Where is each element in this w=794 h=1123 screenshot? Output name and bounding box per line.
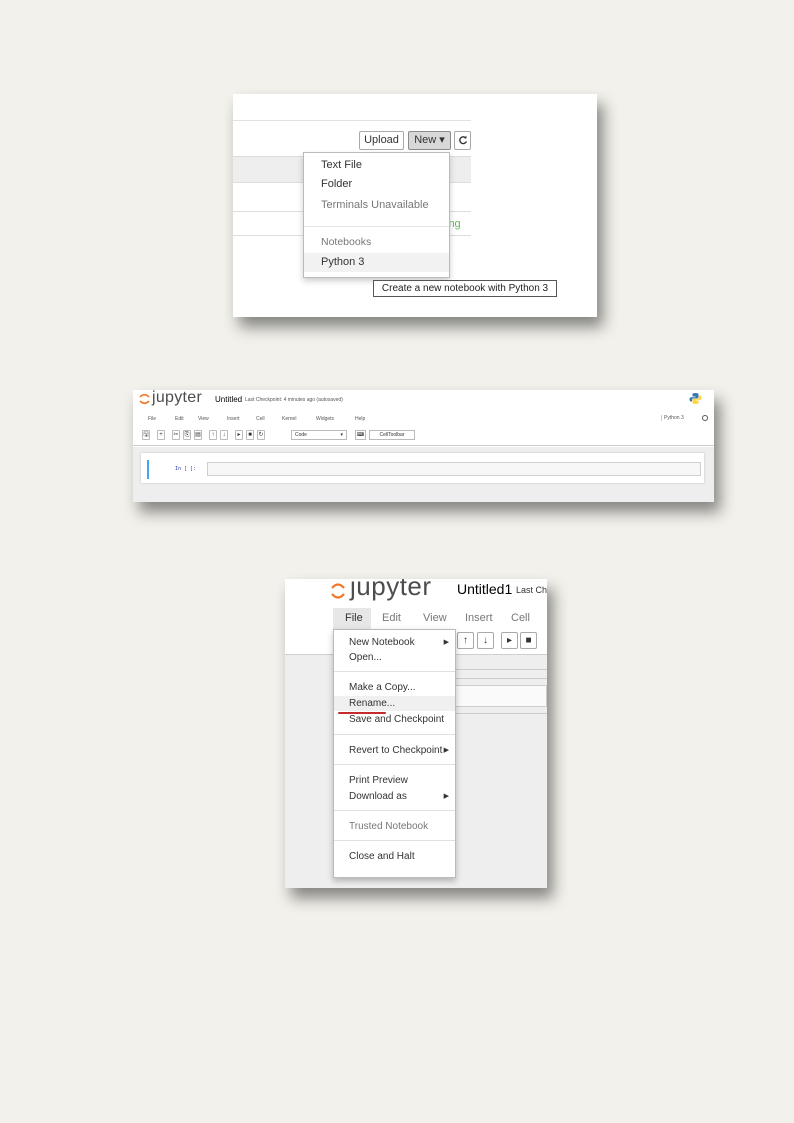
insert-cell-button[interactable]: +: [157, 430, 165, 440]
menu-edit[interactable]: Edit: [382, 612, 401, 624]
file-menu-dropdown: New Notebook ▶ Open... Make a Copy... Re…: [333, 629, 456, 878]
menu-item-label: Revert to Checkpoint: [349, 745, 443, 756]
notebook-body: In [ ]:: [133, 447, 714, 502]
refresh-button[interactable]: [454, 131, 471, 150]
stop-button[interactable]: ■: [520, 632, 537, 649]
menu-item-text-file[interactable]: Text File: [304, 156, 449, 175]
copy-button[interactable]: ⎘: [183, 430, 191, 440]
menu-cell[interactable]: Cell: [256, 416, 265, 422]
kernel-name: Python 3: [661, 415, 684, 421]
menu-item-new-notebook[interactable]: New Notebook ▶: [334, 635, 455, 650]
python-logo-icon: [689, 393, 702, 404]
menu-view[interactable]: View: [423, 612, 447, 624]
submenu-arrow-icon: ▶: [443, 793, 449, 800]
menu-item-label: Download as: [349, 791, 407, 802]
refresh-icon: [458, 135, 467, 145]
divider: [445, 678, 547, 679]
move-down-button[interactable]: ↓: [477, 632, 494, 649]
menu-file[interactable]: File: [148, 416, 156, 422]
submenu-arrow-icon: ▶: [443, 639, 449, 646]
notebook-container: In [ ]:: [141, 453, 704, 483]
notebook-name[interactable]: Untitled1: [457, 581, 512, 597]
menu-item-save-and-checkpoint[interactable]: Save and Checkpoint: [334, 712, 455, 727]
notebook-name[interactable]: Untitled: [215, 395, 242, 404]
move-up-button[interactable]: ↑: [457, 632, 474, 649]
jupyter-logo-text[interactable]: jupyter: [152, 390, 202, 407]
notebook-header: jupyter Untitled Last Checkpoint: 4 minu…: [133, 390, 714, 446]
tooltip: Create a new notebook with Python 3: [373, 280, 557, 297]
cell-input-area[interactable]: [455, 685, 547, 707]
rename-highlight-underline: [338, 712, 386, 714]
cut-button[interactable]: ✂: [172, 430, 180, 440]
upload-button[interactable]: Upload: [359, 131, 404, 150]
divider: [445, 713, 547, 714]
menu-item-label: New Notebook: [349, 637, 415, 648]
menu-item-folder[interactable]: Folder: [304, 175, 449, 194]
new-dropdown-menu: Text File Folder Terminals Unavailable N…: [303, 152, 450, 278]
checkpoint-status: Last Chec: [516, 585, 547, 595]
menu-item-trusted-notebook: Trusted Notebook: [349, 821, 429, 832]
kernel-status-icon: [702, 415, 708, 421]
menu-header-notebooks: Notebooks: [321, 236, 372, 248]
restart-button[interactable]: ↻: [257, 430, 265, 440]
menu-insert[interactable]: Insert: [227, 416, 240, 422]
move-down-button[interactable]: ↓: [220, 430, 228, 440]
menu-kernel[interactable]: Kernel: [282, 416, 296, 422]
submenu-arrow-icon: ▶: [443, 747, 449, 754]
cell-type-value: Code: [295, 432, 307, 438]
file-menu-screenshot: jupyter Untitled1 Last Chec File Edit Vi…: [285, 579, 547, 888]
menu-help[interactable]: Help: [355, 416, 365, 422]
menu-divider: [334, 671, 455, 672]
menu-item-python3[interactable]: Python 3: [304, 253, 449, 272]
save-button[interactable]: 🖫: [142, 430, 150, 440]
jupyter-logo-icon: [331, 583, 345, 599]
menu-edit[interactable]: Edit: [175, 416, 184, 422]
run-button[interactable]: ▸: [501, 632, 518, 649]
input-prompt: In [ ]:: [175, 466, 197, 472]
menu-item-terminals-unavailable: Terminals Unavailable: [321, 199, 429, 211]
menu-cell[interactable]: Cell: [511, 612, 530, 624]
menu-file[interactable]: File: [333, 608, 371, 631]
divider: [445, 669, 547, 670]
menu-divider: [334, 734, 455, 735]
checkpoint-status: Last Checkpoint: 4 minutes ago (autosave…: [245, 397, 343, 403]
code-cell[interactable]: In [ ]:: [147, 460, 701, 479]
menu-insert[interactable]: Insert: [465, 612, 493, 624]
menu-divider: [334, 764, 455, 765]
menu-item-print-preview[interactable]: Print Preview: [334, 773, 455, 788]
keyboard-shortcuts-button[interactable]: ⌨: [355, 430, 366, 440]
divider: [233, 120, 471, 121]
menu-view[interactable]: View: [198, 416, 209, 422]
notebook-screenshot: jupyter Untitled Last Checkpoint: 4 minu…: [133, 390, 714, 502]
jupyter-logo-icon: [139, 393, 150, 405]
menu-item-download-as[interactable]: Download as ▶: [334, 789, 455, 804]
cell-type-select[interactable]: Code ▾: [291, 430, 347, 440]
new-dropdown-button[interactable]: New ▾: [408, 131, 451, 150]
run-button[interactable]: ▸: [235, 430, 243, 440]
stop-button[interactable]: ■: [246, 430, 254, 440]
menu-item-revert-to-checkpoint[interactable]: Revert to Checkpoint ▶: [334, 743, 455, 758]
menu-divider: [334, 810, 455, 811]
cell-input-area[interactable]: [207, 462, 701, 476]
menu-divider: [304, 226, 449, 227]
chevron-down-icon: ▾: [340, 432, 343, 438]
menu-item-close-and-halt[interactable]: Close and Halt: [334, 849, 455, 864]
menu-divider: [334, 840, 455, 841]
dashboard-new-menu-screenshot: Upload New ▾ ing Text File Folder Termin…: [233, 94, 597, 317]
jupyter-logo-text[interactable]: jupyter: [350, 579, 432, 602]
celltoolbar-button[interactable]: CellToolbar: [369, 430, 415, 440]
paste-button[interactable]: ▤: [194, 430, 202, 440]
menu-item-open[interactable]: Open...: [334, 650, 455, 665]
move-up-button[interactable]: ↑: [209, 430, 217, 440]
menu-item-rename[interactable]: Rename...: [334, 696, 455, 711]
menu-widgets[interactable]: Widgets: [316, 416, 334, 422]
menu-item-make-a-copy[interactable]: Make a Copy...: [334, 680, 455, 695]
